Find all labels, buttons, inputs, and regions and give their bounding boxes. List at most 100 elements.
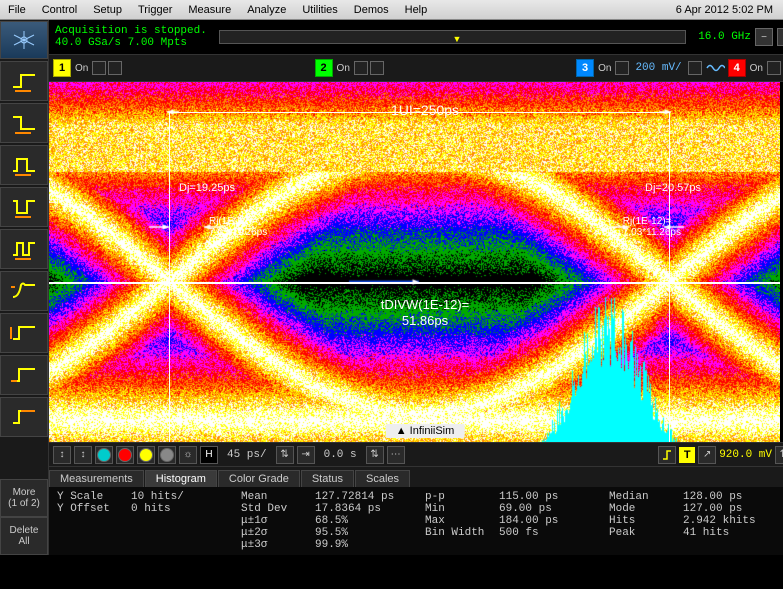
delay-expand-icon[interactable]: ⋯ <box>387 446 405 464</box>
infiniisim-label: ▲ InfiniiSim <box>386 424 465 438</box>
tool-marker-b-icon[interactable]: ↕ <box>74 446 92 464</box>
yoffset-label: Y Offset <box>57 503 125 515</box>
ch4-checkbox[interactable] <box>767 61 781 75</box>
delete-sublabel: All <box>18 536 29 547</box>
waveform-display[interactable]: 1UI=250ps Dj=19.25ps Dj=20.57ps Rj(1E-12… <box>49 82 783 442</box>
mode-label: Mode <box>609 503 677 515</box>
ch2-on-label: On <box>335 63 352 74</box>
tab-measurements[interactable]: Measurements <box>49 470 144 487</box>
mean-label: Mean <box>241 491 309 503</box>
brightness-icon[interactable]: ☼ <box>179 446 197 464</box>
menu-utilities[interactable]: Utilities <box>294 2 345 18</box>
measure-period-icon[interactable] <box>0 229 48 269</box>
ch1-checkbox-2[interactable] <box>108 61 122 75</box>
mode-value: 127.00 ps <box>683 503 763 515</box>
memory-bar[interactable]: ▼ <box>219 30 686 44</box>
menu-file[interactable]: File <box>0 2 34 18</box>
median-value: 128.00 ps <box>683 491 763 503</box>
more-sublabel: (1 of 2) <box>8 498 40 509</box>
trigger-edge-icon[interactable] <box>658 446 676 464</box>
channel-4-button[interactable]: 4 <box>728 59 746 77</box>
trigger-level-button[interactable]: T <box>679 447 695 463</box>
measure-base-icon[interactable] <box>0 355 48 395</box>
ch4-on-label: On <box>748 63 765 74</box>
tool-marker-a-icon[interactable]: ↕ <box>53 446 71 464</box>
ch2-checkbox[interactable] <box>354 61 368 75</box>
tab-color-grade[interactable]: Color Grade <box>218 470 300 487</box>
delay-stepper-icon[interactable]: ⇅ <box>366 446 384 464</box>
menu-bar: File Control Setup Trigger Measure Analy… <box>0 0 783 20</box>
timediv-stepper-icon[interactable]: ⇅ <box>276 446 294 464</box>
ch2-checkbox-2[interactable] <box>370 61 384 75</box>
trigger-level-value[interactable]: 920.0 mV <box>719 449 772 461</box>
yscale-value: 10 hits/ <box>131 491 211 503</box>
measure-rising-edge-icon[interactable] <box>0 61 48 101</box>
acq-status-text: Acquisition is stopped. <box>55 25 207 37</box>
bandwidth-text: 16.0 GHz <box>698 31 751 43</box>
measure-pulse-width-pos-icon[interactable] <box>0 145 48 185</box>
delay-mode-icon[interactable]: ⇥ <box>297 446 315 464</box>
mu1s-value: 68.5% <box>315 515 395 527</box>
tabs-row: Measurements Histogram Color Grade Statu… <box>49 467 783 487</box>
measure-overshoot-icon[interactable] <box>0 271 48 311</box>
tab-histogram[interactable]: Histogram <box>145 470 217 487</box>
channel-3-button[interactable]: 3 <box>576 59 594 77</box>
minimize-window-icon[interactable]: − <box>755 28 773 46</box>
mu2s-label: μ±2σ <box>241 527 309 539</box>
color-yellow-icon[interactable] <box>137 446 155 464</box>
peak-label: Peak <box>609 527 677 539</box>
stddev-label: Std Dev <box>241 503 309 515</box>
trigger-stepper-icon[interactable]: ⇅ <box>775 446 783 464</box>
yoffset-value: 0 hits <box>131 503 211 515</box>
menu-help[interactable]: Help <box>397 2 436 18</box>
measure-top-icon[interactable] <box>0 397 48 437</box>
menu-setup[interactable]: Setup <box>85 2 130 18</box>
menu-control[interactable]: Control <box>34 2 85 18</box>
color-red-icon[interactable] <box>116 446 134 464</box>
restore-window-icon[interactable]: □ <box>777 28 783 46</box>
max-label: Max <box>425 515 493 527</box>
measure-falling-edge-icon[interactable] <box>0 103 48 143</box>
mean-value: 127.72814 ps <box>315 491 395 503</box>
measure-amplitude-icon[interactable] <box>0 313 48 353</box>
pp-label: p-p <box>425 491 493 503</box>
sidebar-delete-all-button[interactable]: Delete All <box>0 517 48 555</box>
min-label: Min <box>425 503 493 515</box>
ch3-coupling-icon[interactable] <box>704 60 726 76</box>
menu-demos[interactable]: Demos <box>346 2 397 18</box>
menu-trigger[interactable]: Trigger <box>130 2 180 18</box>
hits-label: Hits <box>609 515 677 527</box>
tab-status[interactable]: Status <box>301 470 354 487</box>
sidebar-more-button[interactable]: More (1 of 2) <box>0 479 48 517</box>
delay-value[interactable]: 0.0 s <box>318 449 363 461</box>
yscale-label: Y Scale <box>57 491 125 503</box>
ch3-vdiv-value[interactable]: 200 mV/ <box>631 62 685 74</box>
stddev-value: 17.8364 ps <box>315 503 395 515</box>
ch3-checkbox[interactable] <box>615 61 629 75</box>
ch1-on-label: On <box>73 63 90 74</box>
agilent-logo-icon[interactable] <box>0 21 48 59</box>
mu3s-value: 99.9% <box>315 539 395 551</box>
measure-pulse-width-neg-icon[interactable] <box>0 187 48 227</box>
bottom-panel: Measurements Histogram Color Grade Statu… <box>49 466 783 555</box>
binwidth-value: 500 fs <box>499 527 579 539</box>
time-per-div-value[interactable]: 45 ps/ <box>221 449 273 461</box>
more-label: More <box>13 487 36 498</box>
tab-scales[interactable]: Scales <box>355 470 410 487</box>
peak-value: 41 hits <box>683 527 763 539</box>
horizontal-mode-button[interactable]: H <box>200 446 218 464</box>
median-label: Median <box>609 491 677 503</box>
color-gear-icon[interactable] <box>158 446 176 464</box>
menu-measure[interactable]: Measure <box>180 2 239 18</box>
channel-bar: 1 On 2 On 3 On 200 mV/ 4 <box>49 54 783 82</box>
ch1-checkbox[interactable] <box>92 61 106 75</box>
hits-value: 2.942 khits <box>683 515 763 527</box>
max-value: 184.00 ps <box>499 515 579 527</box>
mu2s-value: 95.5% <box>315 527 395 539</box>
ch3-checkbox-2[interactable] <box>688 61 702 75</box>
trigger-slope-icon[interactable]: ↗ <box>698 446 716 464</box>
channel-2-button[interactable]: 2 <box>315 59 333 77</box>
menu-analyze[interactable]: Analyze <box>239 2 294 18</box>
color-teal-icon[interactable] <box>95 446 113 464</box>
channel-1-button[interactable]: 1 <box>53 59 71 77</box>
